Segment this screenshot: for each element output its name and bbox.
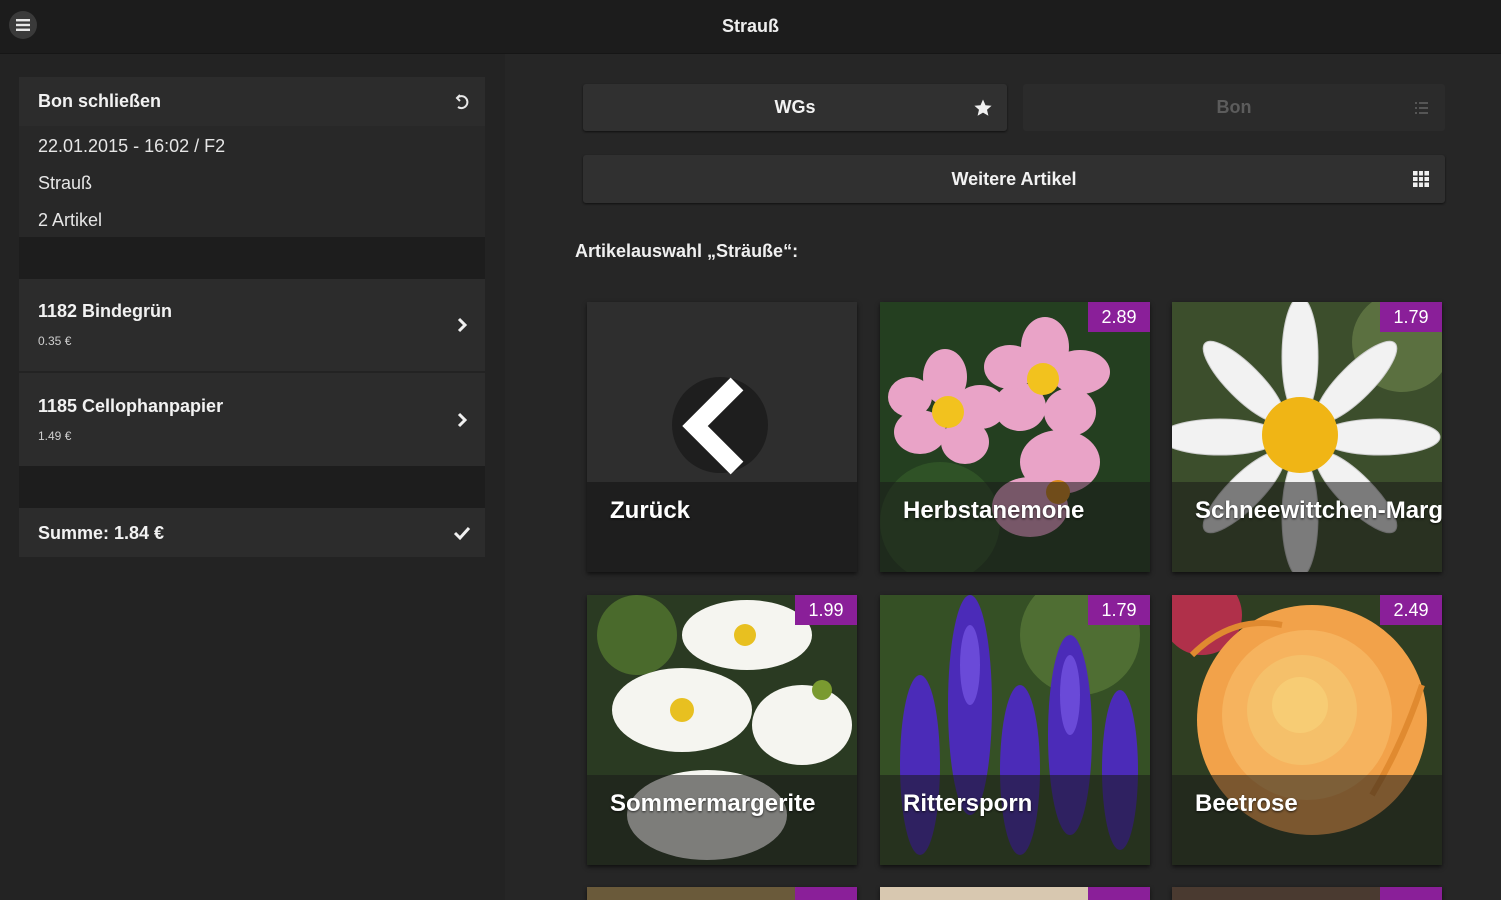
more-articles-label: Weitere Artikel [951, 169, 1077, 189]
tile-label: Schneewittchen-Margerite [1195, 497, 1442, 524]
price-badge: 1.79 [1380, 302, 1442, 332]
divider [19, 466, 485, 508]
receipt-name: Strauß [38, 173, 93, 193]
chevron-right-icon [457, 412, 468, 428]
total-button[interactable]: Summe: 1.84 € [19, 508, 485, 557]
price-badge [1380, 887, 1442, 900]
tab-wgs[interactable]: WGs [583, 84, 1007, 131]
price-badge [1088, 887, 1150, 900]
tile-label: Zurück [610, 497, 691, 524]
article-tile-partial[interactable] [880, 887, 1150, 900]
back-tile[interactable]: Zurück [587, 302, 857, 572]
article-tile-beetrose[interactable]: 2.49 Beetrose [1172, 595, 1442, 865]
receipt-item-name: 1185 Cellophanpapier [38, 396, 224, 416]
tab-bon-label: Bon [1216, 97, 1252, 117]
tile-caption: Beetrose [1172, 775, 1442, 865]
receipt-item[interactable]: 1182 Bindegrün 0.35 € [19, 279, 485, 371]
article-tile-partial[interactable] [587, 887, 857, 900]
tile-caption: Rittersporn [880, 775, 1150, 865]
receipt-item[interactable]: 1185 Cellophanpapier 1.49 € [19, 373, 485, 466]
list-icon [1415, 102, 1428, 114]
price-badge: 1.99 [795, 595, 857, 625]
article-tile-sommermargerite[interactable]: 1.99 Sommermargerite [587, 595, 857, 865]
grid-icon [1413, 171, 1429, 187]
receipt-info: 22.01.2015 - 16:02 / F2 Strauß 2 Artikel [19, 126, 485, 237]
receipt-item-name: 1182 Bindegrün [38, 301, 173, 321]
article-tile-rittersporn[interactable]: 1.79 Rittersporn [880, 595, 1150, 865]
article-tile-herbstanemone[interactable]: 2.89 Herbstanemone [880, 302, 1150, 572]
tab-wgs-label: WGs [774, 97, 816, 117]
more-articles-button[interactable]: Weitere Artikel [583, 155, 1445, 203]
divider [19, 237, 485, 279]
article-tile-schneewittchen[interactable]: 1.79 Schneewittchen-Margerite [1172, 302, 1442, 572]
star-icon [974, 99, 992, 116]
section-title: Artikelauswahl „Sträuße“: [575, 241, 799, 261]
tile-label: Sommermargerite [610, 790, 816, 817]
close-receipt-button[interactable]: Bon schließen [19, 77, 485, 126]
article-tile-partial[interactable] [1172, 887, 1442, 900]
tile-caption: Schneewittchen-Margerite [1172, 482, 1442, 572]
receipt-item-price: 1.49 € [38, 429, 72, 443]
chevron-right-icon [457, 317, 468, 333]
receipt-item-price: 0.35 € [38, 334, 72, 348]
tile-label: Herbstanemone [903, 497, 1085, 524]
price-badge: 2.89 [1088, 302, 1150, 332]
exit-icon [455, 94, 469, 110]
price-badge: 1.79 [1088, 595, 1150, 625]
tile-caption: Zurück [587, 482, 857, 572]
app-title: Strauß [721, 16, 779, 36]
tile-caption: Herbstanemone [880, 482, 1150, 572]
tile-label: Beetrose [1195, 790, 1298, 817]
receipt-datetime: 22.01.2015 - 16:02 / F2 [38, 136, 226, 156]
top-bar: Strauß [0, 0, 1501, 54]
total-label: Summe: 1.84 € [38, 523, 165, 543]
tile-caption: Sommermargerite [587, 775, 857, 865]
price-badge [795, 887, 857, 900]
checkmark-icon [453, 526, 471, 541]
price-badge: 2.49 [1380, 595, 1442, 625]
receipt-count: 2 Artikel [38, 210, 103, 230]
tile-label: Rittersporn [903, 790, 1033, 817]
close-receipt-label: Bon schließen [38, 91, 162, 111]
tab-bon[interactable]: Bon [1023, 84, 1445, 131]
